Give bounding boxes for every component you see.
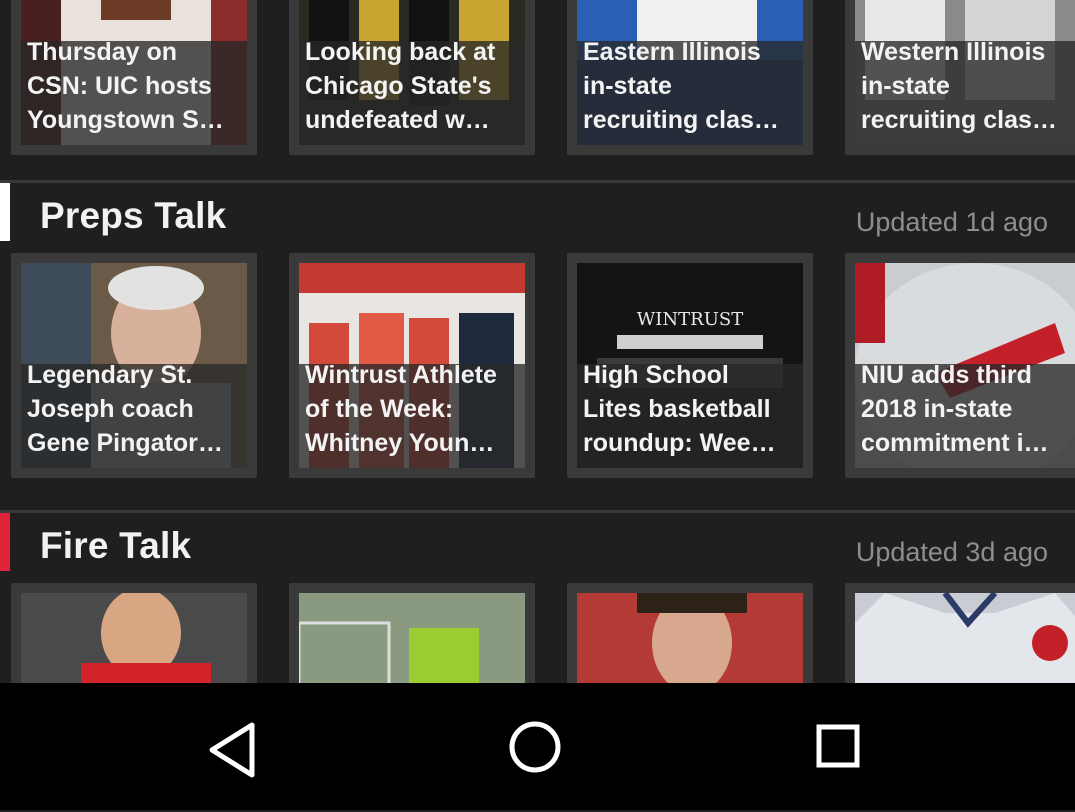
section-accent-bar — [0, 513, 10, 571]
section-header[interactable]: Preps Talk Updated 1d ago — [0, 180, 1075, 241]
story-card[interactable]: Legendary St. Joseph coach Gene Pingator… — [11, 253, 257, 478]
wintrust-sign-text: WINTRUST — [637, 309, 743, 330]
story-card[interactable]: Looking back at Chicago State's undefeat… — [289, 0, 535, 155]
story-thumbnail: Western Illinois in-state recruiting cla… — [855, 0, 1075, 145]
story-title: NIU adds third 2018 in-state commitment … — [861, 361, 1049, 457]
story-thumbnail: Thursday on CSN: UIC hosts Youngstown S… — [21, 0, 247, 145]
story-card[interactable]: WINTRUST High School Lites basketball ro… — [567, 253, 813, 478]
story-card[interactable]: Wintrust Athlete of the Week: Whitney Yo… — [289, 253, 535, 478]
story-thumbnail — [577, 593, 803, 683]
story-thumbnail: NIU adds third 2018 in-state commitment … — [855, 263, 1075, 468]
recent-apps-square-icon — [816, 724, 860, 768]
soccer-training-image — [299, 593, 525, 683]
story-card[interactable]: Thursday on CSN: UIC hosts Youngstown S… — [11, 0, 257, 155]
story-card[interactable]: NIU adds third 2018 in-state commitment … — [845, 253, 1075, 478]
section-title: Fire Talk — [40, 525, 192, 566]
section-fire-talk: Fire Talk Updated 3d ago — [0, 510, 1075, 683]
back-button[interactable] — [190, 717, 280, 807]
system-navigation-bar — [0, 683, 1075, 810]
story-title: Wintrust Athlete of the Week: Whitney Yo… — [305, 361, 497, 457]
story-title: Looking back at Chicago State's undefeat… — [305, 38, 496, 134]
section-title: Preps Talk — [40, 195, 227, 236]
section-updated-time: Updated 1d ago — [855, 207, 1048, 237]
story-card[interactable] — [845, 583, 1075, 683]
story-card[interactable] — [11, 583, 257, 683]
story-card[interactable] — [567, 583, 813, 683]
home-button[interactable] — [490, 717, 580, 807]
story-title: Eastern Illinois in-state recruiting cla… — [583, 38, 779, 134]
story-title: Western Illinois in-state recruiting cla… — [861, 38, 1057, 134]
section-accent-bar — [0, 183, 10, 241]
app-screen: Thursday on CSN: UIC hosts Youngstown S…… — [0, 0, 1075, 683]
story-thumbnail — [21, 593, 247, 683]
section-header[interactable]: Fire Talk Updated 3d ago — [0, 510, 1075, 571]
story-card[interactable]: Eastern Illinois in-state recruiting cla… — [567, 0, 813, 155]
section-preps-talk: Preps Talk Updated 1d ago Legendary St. … — [0, 180, 1075, 490]
story-title: Thursday on CSN: UIC hosts Youngstown S… — [27, 38, 224, 134]
jersey-image — [855, 593, 1075, 683]
soccer-player-image — [21, 593, 247, 683]
player-portrait-image — [577, 593, 803, 683]
story-thumbnail — [855, 593, 1075, 683]
section-updated-time: Updated 3d ago — [855, 537, 1048, 567]
story-thumbnail — [299, 593, 525, 683]
back-triangle-icon — [209, 722, 255, 778]
story-card[interactable]: Western Illinois in-state recruiting cla… — [845, 0, 1075, 155]
story-thumbnail: Looking back at Chicago State's undefeat… — [299, 0, 525, 145]
story-title: Legendary St. Joseph coach Gene Pingator… — [27, 361, 223, 457]
home-circle-icon — [509, 721, 561, 773]
top-card-row: Thursday on CSN: UIC hosts Youngstown S…… — [0, 0, 1075, 160]
story-card[interactable] — [289, 583, 535, 683]
story-thumbnail: Legendary St. Joseph coach Gene Pingator… — [21, 263, 247, 468]
story-thumbnail: Eastern Illinois in-state recruiting cla… — [577, 0, 803, 145]
recent-apps-button[interactable] — [794, 717, 884, 807]
story-thumbnail: WINTRUST High School Lites basketball ro… — [577, 263, 803, 468]
story-title: High School Lites basketball roundup: We… — [583, 361, 776, 457]
story-thumbnail: Wintrust Athlete of the Week: Whitney Yo… — [299, 263, 525, 468]
